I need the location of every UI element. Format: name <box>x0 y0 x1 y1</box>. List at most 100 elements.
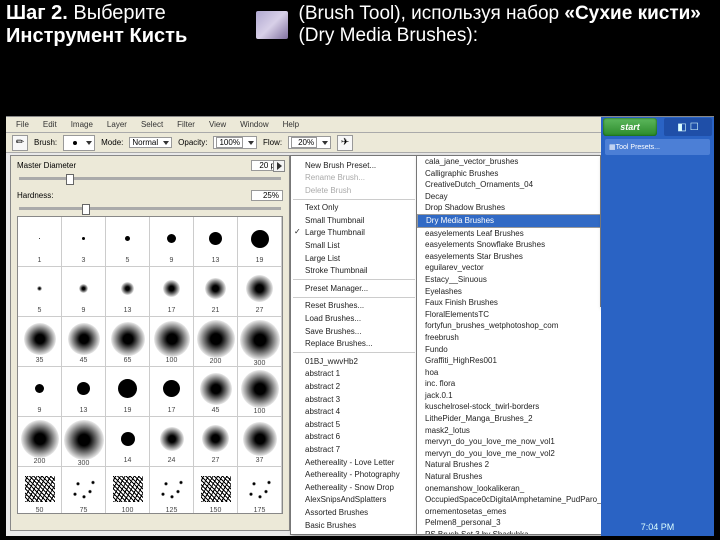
brush-thumb[interactable]: 150 <box>194 467 238 514</box>
brush-set-item[interactable]: Natural Brushes 2 <box>417 459 601 471</box>
menu-item[interactable]: Stroke Thumbnail <box>291 265 417 278</box>
brush-thumb[interactable]: 9 <box>62 267 106 317</box>
brush-thumb[interactable]: 19 <box>238 217 282 267</box>
brush-thumb[interactable]: 13 <box>62 367 106 417</box>
hardness-value[interactable]: 25% <box>251 190 283 201</box>
menu-layer[interactable]: Layer <box>101 119 133 130</box>
brush-thumb[interactable]: 9 <box>150 217 194 267</box>
menu-file[interactable]: File <box>10 119 35 130</box>
menu-edit[interactable]: Edit <box>37 119 63 130</box>
brush-thumb[interactable]: 35 <box>18 317 62 367</box>
menu-item[interactable]: abstract 7 <box>291 443 417 456</box>
menu-item[interactable]: Replace Brushes... <box>291 338 417 351</box>
brush-thumb[interactable]: 175 <box>238 467 282 514</box>
menu-item[interactable]: abstract 4 <box>291 406 417 419</box>
brush-thumb[interactable]: 27 <box>194 417 238 467</box>
menu-item[interactable]: Text Only <box>291 202 417 215</box>
menu-help[interactable]: Help <box>277 119 305 130</box>
brush-set-item[interactable]: freebrush <box>417 332 601 344</box>
brush-set-item[interactable]: Estacy__Sinuous <box>417 274 601 286</box>
brush-set-item[interactable]: mervyn_do_you_love_me_now_vol1 <box>417 436 601 448</box>
brush-thumb[interactable]: 5 <box>106 217 150 267</box>
brush-thumb[interactable]: 17 <box>150 267 194 317</box>
menu-item[interactable]: Load Brushes... <box>291 313 417 326</box>
brush-set-item[interactable]: Natural Brushes <box>417 471 601 483</box>
brush-set-item[interactable]: eguilarev_vector <box>417 262 601 274</box>
hardness-slider[interactable] <box>19 207 281 210</box>
menu-item[interactable]: AlexSnipsAndSplatters <box>291 494 417 507</box>
brush-set-item[interactable]: inc. flora <box>417 378 601 390</box>
brush-thumb[interactable]: 300 <box>238 317 282 367</box>
brush-set-item[interactable]: mask2_lotus <box>417 425 601 437</box>
menu-item[interactable]: brushes 03 <box>291 532 417 535</box>
brush-thumb[interactable]: 100 <box>106 467 150 514</box>
brush-thumb[interactable]: 1 <box>18 217 62 267</box>
menu-item[interactable]: abstract 2 <box>291 381 417 394</box>
menu-item[interactable]: Rename Brush... <box>291 172 417 185</box>
menu-item[interactable]: abstract 3 <box>291 393 417 406</box>
brush-set-item[interactable]: Fundo <box>417 344 601 356</box>
brush-preset-picker[interactable] <box>63 135 95 151</box>
brush-thumb[interactable]: 100 <box>238 367 282 417</box>
menu-item[interactable]: 01BJ_wwvHb2 <box>291 355 417 368</box>
brush-tool-icon[interactable]: ✏ <box>12 135 28 151</box>
brush-thumb[interactable]: 300 <box>62 417 106 467</box>
brush-set-item[interactable]: Graffiti_HighRes001 <box>417 355 601 367</box>
menu-select[interactable]: Select <box>135 119 169 130</box>
menu-filter[interactable]: Filter <box>171 119 201 130</box>
brush-set-item[interactable]: Decay <box>417 191 601 203</box>
menu-item[interactable]: Aethereality - Photography <box>291 469 417 482</box>
menu-item[interactable]: Small List <box>291 240 417 253</box>
brush-thumb[interactable]: 37 <box>238 417 282 467</box>
menu-item[interactable]: Delete Brush <box>291 184 417 197</box>
diameter-slider[interactable] <box>19 177 281 180</box>
brush-set-item[interactable]: jack.0.1 <box>417 390 601 402</box>
menu-item[interactable]: Preset Manager... <box>291 282 417 295</box>
menu-item[interactable]: Reset Brushes... <box>291 300 417 313</box>
flow-field[interactable]: 20% <box>288 136 331 149</box>
menu-item[interactable]: Small Thumbnail <box>291 214 417 227</box>
menu-item[interactable]: abstract 6 <box>291 431 417 444</box>
brush-set-item[interactable]: PS Brush Set 3 by Shaduhka <box>417 529 601 535</box>
brush-set-item[interactable]: onemanshow_lookalikeran_ <box>417 483 601 495</box>
brush-thumb[interactable]: 100 <box>150 317 194 367</box>
brush-thumb[interactable]: 19 <box>106 367 150 417</box>
opacity-field[interactable]: 100% <box>213 136 256 149</box>
brush-thumb[interactable]: 50 <box>18 467 62 514</box>
brush-set-item[interactable]: Dry Media Brushes <box>417 214 601 228</box>
brush-thumb[interactable]: 200 <box>18 417 62 467</box>
menu-item[interactable]: Aethereality - Snow Drop <box>291 481 417 494</box>
brush-set-item[interactable]: OccupiedSpace0cDigitalAmphetamine_PudPar… <box>417 494 601 506</box>
brush-thumb[interactable]: 75 <box>62 467 106 514</box>
brush-set-item[interactable]: Pelmen8_personal_3 <box>417 517 601 529</box>
menu-image[interactable]: Image <box>65 119 99 130</box>
menu-item[interactable]: Save Brushes... <box>291 325 417 338</box>
brush-set-item[interactable]: mervyn_do_you_love_me_now_vol2 <box>417 448 601 460</box>
system-tray[interactable]: ◧☐ <box>664 118 712 136</box>
brush-set-item[interactable]: kuschelrosel-stock_twirl-borders <box>417 401 601 413</box>
brush-set-item[interactable]: Drop Shadow Brushes <box>417 202 601 214</box>
brush-thumb[interactable]: 65 <box>106 317 150 367</box>
brush-thumb[interactable]: 200 <box>194 317 238 367</box>
brush-set-item[interactable]: LithePider_Manga_Brushes_2 <box>417 413 601 425</box>
menu-item[interactable]: Large List <box>291 252 417 265</box>
taskbar-item[interactable]: ▦ Tool Presets... <box>605 139 710 155</box>
brush-set-item[interactable]: cala_jane_vector_brushes <box>417 156 601 168</box>
brush-thumb[interactable]: 17 <box>150 367 194 417</box>
brush-thumb[interactable]: 45 <box>62 317 106 367</box>
brush-thumb[interactable]: 45 <box>194 367 238 417</box>
airbrush-icon[interactable]: ✈ <box>337 135 353 151</box>
menu-item[interactable]: Basic Brushes <box>291 519 417 532</box>
brush-set-item[interactable]: Faux Finish Brushes <box>417 297 601 309</box>
menu-item[interactable]: New Brush Preset... <box>291 159 417 172</box>
brush-set-item[interactable]: CreativeDutch_Ornaments_04 <box>417 179 601 191</box>
brush-set-item[interactable]: FloralElementsTC <box>417 309 601 321</box>
brush-thumb[interactable]: 3 <box>62 217 106 267</box>
brush-thumb[interactable]: 9 <box>18 367 62 417</box>
brush-thumb[interactable]: 27 <box>238 267 282 317</box>
brush-set-item[interactable]: easyelements Leaf Brushes <box>417 228 601 240</box>
brush-thumb[interactable]: 24 <box>150 417 194 467</box>
menu-window[interactable]: Window <box>234 119 274 130</box>
menu-view[interactable]: View <box>203 119 232 130</box>
brush-thumb[interactable]: 5 <box>18 267 62 317</box>
